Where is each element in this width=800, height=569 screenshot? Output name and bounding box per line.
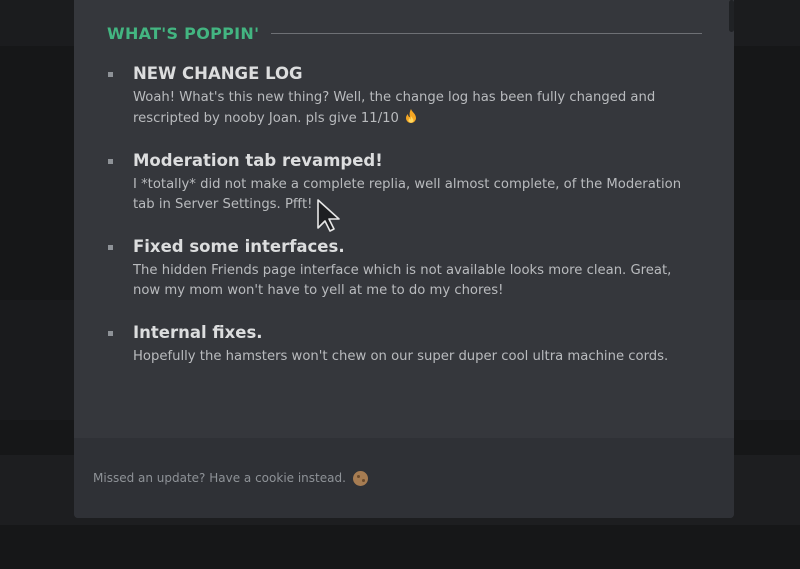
bullet-icon — [108, 159, 113, 164]
section-divider — [271, 32, 702, 34]
entry-description: The hidden Friends page interface which … — [133, 263, 672, 298]
bullet-icon — [108, 245, 113, 250]
changelog-list: NEW CHANGE LOG Woah! What's this new thi… — [104, 62, 694, 387]
mouse-cursor-icon — [317, 199, 340, 232]
changelog-modal: WHAT'S POPPIN' NEW CHANGE LOG Woah! What… — [74, 0, 734, 518]
entry-description: Hopefully the hamsters won't chew on our… — [133, 349, 669, 364]
section-header: WHAT'S POPPIN' — [107, 22, 702, 44]
changelog-entry: Moderation tab revamped! I *totally* did… — [104, 149, 694, 215]
entry-title: NEW CHANGE LOG — [133, 64, 303, 83]
entry-title: Internal fixes. — [133, 323, 263, 342]
footer-text: Missed an update? Have a cookie instead. — [93, 471, 346, 485]
section-title: WHAT'S POPPIN' — [107, 23, 260, 43]
bullet-icon — [108, 72, 113, 77]
entry-title: Moderation tab revamped! — [133, 151, 383, 170]
bullet-icon — [108, 331, 113, 336]
entry-title: Fixed some interfaces. — [133, 237, 345, 256]
entry-description: I *totally* did not make a complete repl… — [133, 177, 682, 212]
changelog-entry: Fixed some interfaces. The hidden Friend… — [104, 235, 694, 301]
entry-description: Woah! What's this new thing? Well, the c… — [133, 90, 656, 126]
changelog-content[interactable]: WHAT'S POPPIN' NEW CHANGE LOG Woah! What… — [74, 0, 734, 438]
modal-footer: Missed an update? Have a cookie instead. — [74, 438, 734, 518]
changelog-entry: NEW CHANGE LOG Woah! What's this new thi… — [104, 62, 694, 129]
cookie-icon — [352, 470, 368, 486]
changelog-entry: Internal fixes. Hopefully the hamsters w… — [104, 321, 694, 367]
scrollbar-thumb[interactable] — [729, 0, 734, 32]
scrollbar-track[interactable] — [726, 0, 734, 438]
fire-icon — [405, 109, 416, 123]
